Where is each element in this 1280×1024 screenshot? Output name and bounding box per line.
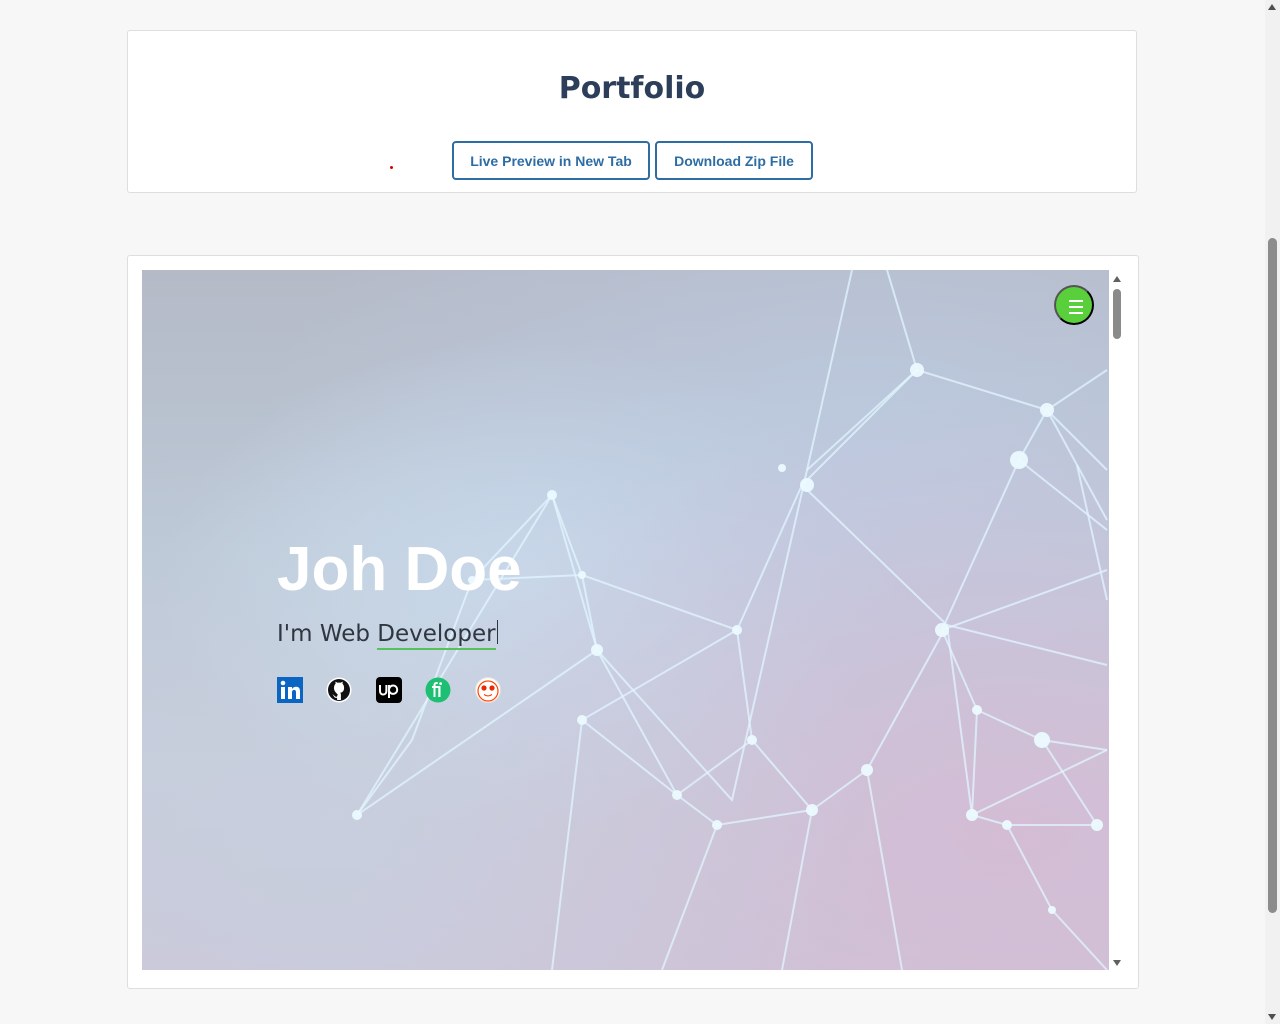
preview-scroll-thumb[interactable] [1113,289,1121,339]
live-preview-button[interactable]: Live Preview in New Tab [452,141,650,180]
scroll-up-arrow-icon[interactable] [1113,276,1121,282]
download-zip-button[interactable]: Download Zip File [655,141,813,180]
preview-iframe[interactable]: Joh Doe I'm Web Developer [142,270,1109,970]
linkedin-icon [277,677,303,703]
reddit-link[interactable] [475,677,501,703]
red-dot-marker [390,166,393,169]
github-link[interactable] [326,677,352,703]
hamburger-menu-icon-line [1069,312,1083,314]
page-scrollbar[interactable] [1265,0,1280,1024]
scroll-down-arrow-icon[interactable] [1113,960,1121,966]
page-scroll-thumb[interactable] [1268,238,1277,913]
hamburger-menu-icon-line [1069,306,1083,308]
linkedin-link[interactable] [277,677,303,703]
hamburger-menu-icon [1069,300,1083,302]
fiverr-link[interactable] [425,677,451,703]
hamburger-menu-button[interactable] [1054,285,1094,325]
page-scroll-up-arrow-icon[interactable] [1268,4,1276,10]
fiverr-icon [425,677,451,703]
page: Portfolio Live Preview in New Tab Downlo… [0,0,1280,1024]
hero-role: I'm Web Developer [277,618,498,650]
typing-caret [496,620,498,644]
hero-role-prefix: I'm Web [277,621,378,647]
page-scroll-down-arrow-icon[interactable] [1268,1014,1276,1020]
header-card: Portfolio Live Preview in New Tab Downlo… [127,30,1137,193]
upwork-link[interactable] [376,677,402,703]
page-title: Portfolio [558,71,706,106]
hero-role-typed: Developer [377,621,496,650]
preview-scrollbar[interactable] [1110,270,1124,970]
github-icon [326,677,352,703]
upwork-icon [376,677,402,703]
preview-card: Joh Doe I'm Web Developer [127,255,1139,989]
reddit-icon [475,677,501,703]
hero-name: Joh Doe [277,535,522,604]
